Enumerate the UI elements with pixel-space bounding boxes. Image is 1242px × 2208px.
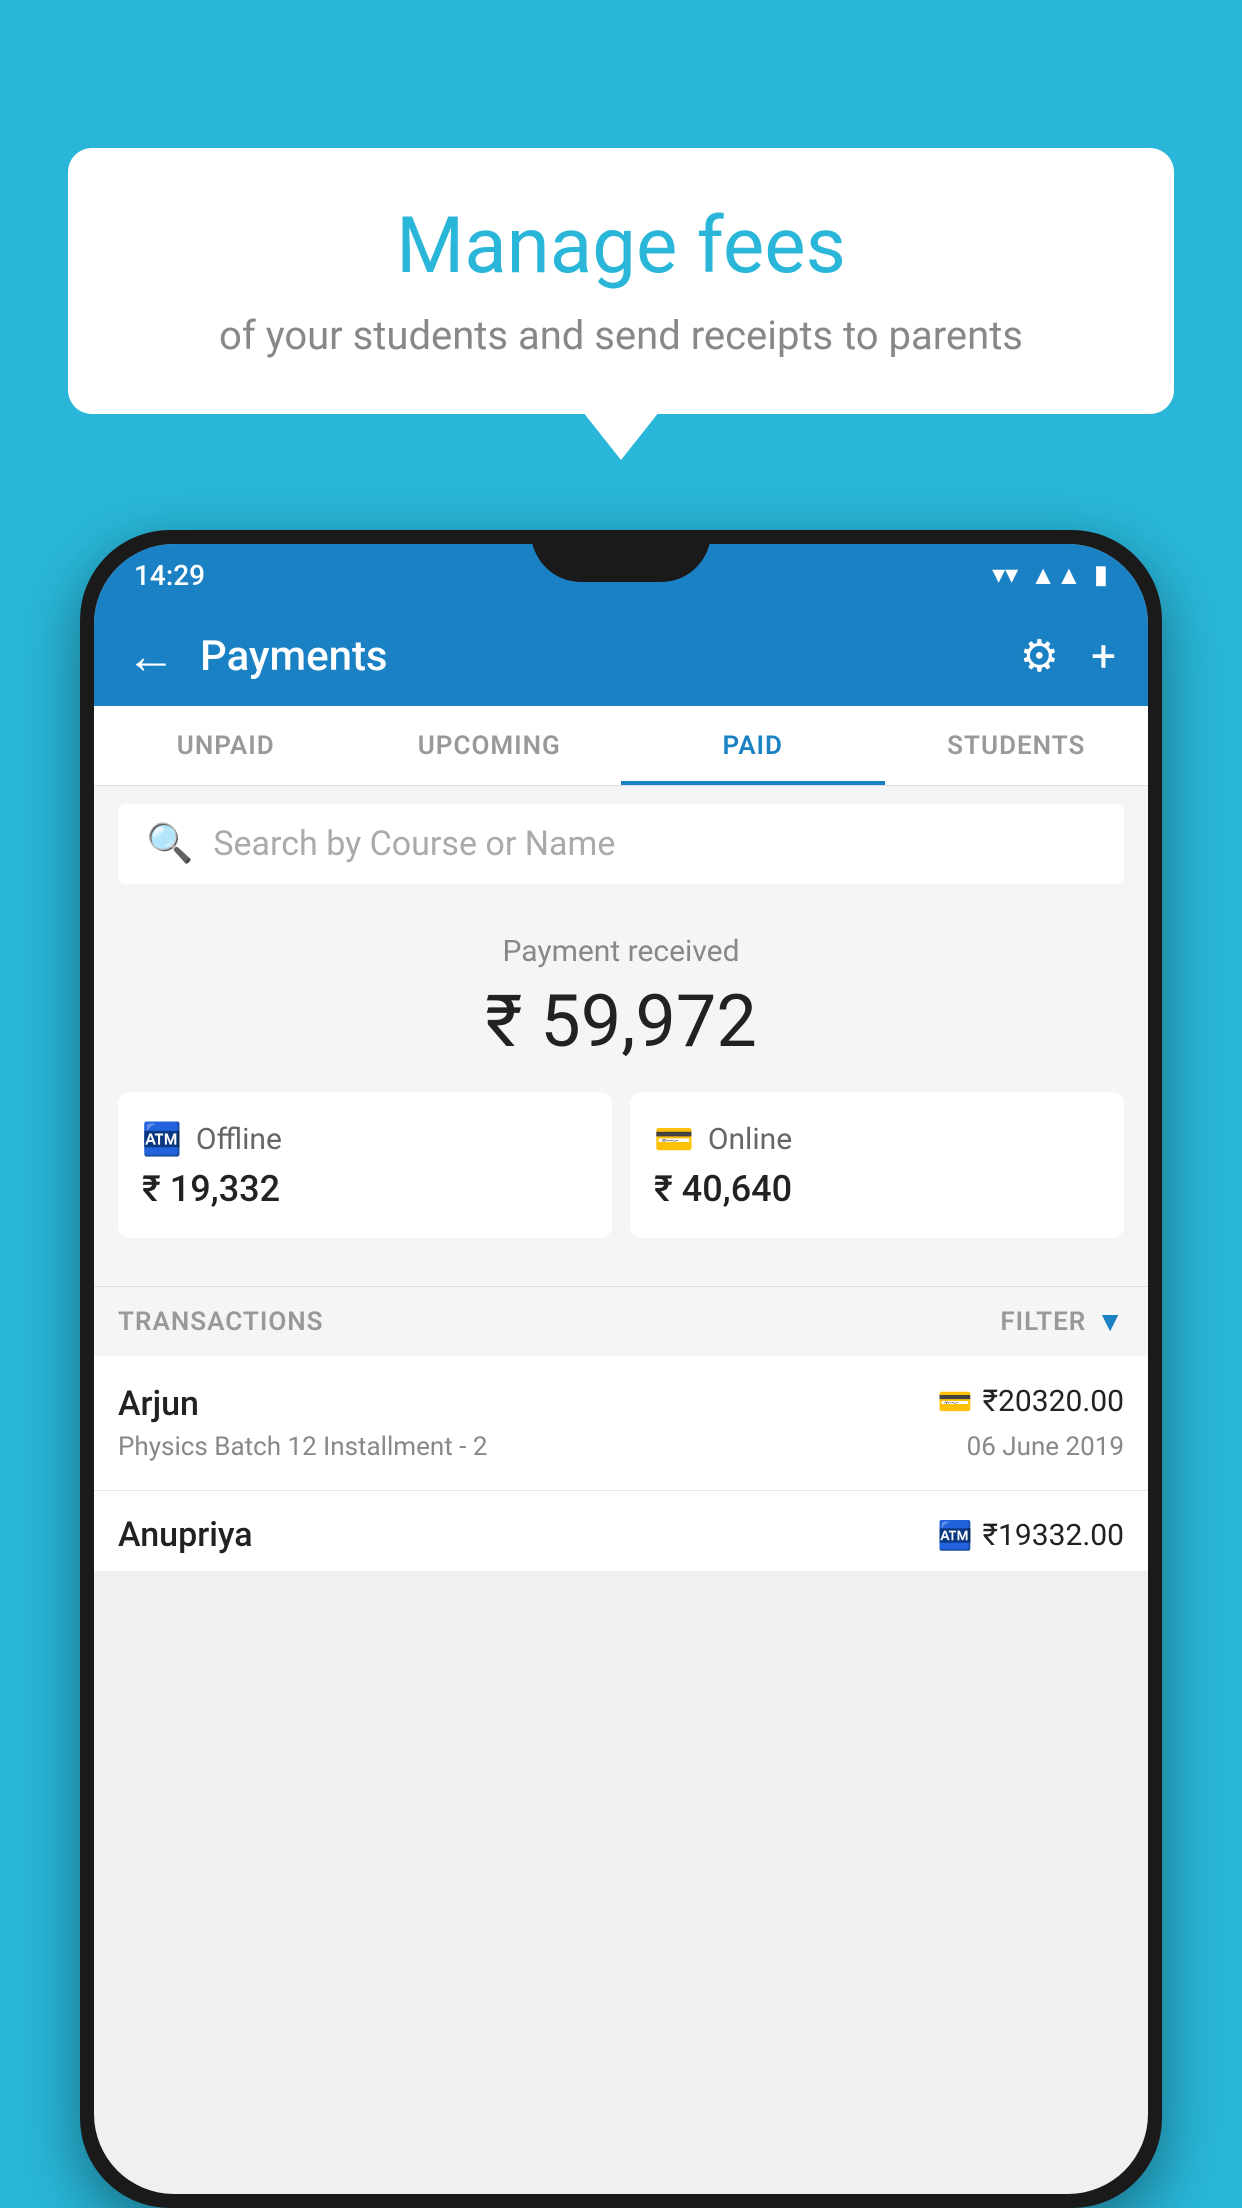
gear-icon[interactable]: ⚙ (1020, 630, 1059, 682)
online-card-header: 💳 Online (654, 1120, 1100, 1158)
status-icons: ▾▾ ▲▲ ▮ (992, 560, 1108, 591)
search-placeholder: Search by Course or Name (213, 824, 615, 864)
phone-frame: 14:29 ▾▾ ▲▲ ▮ ← Payments ⚙ + UNPAID UPCO… (80, 530, 1162, 2208)
offline-card-header: 🏧 Offline (142, 1120, 588, 1158)
transactions-header: TRANSACTIONS FILTER ▼ (94, 1286, 1148, 1356)
transaction-amount-row: 💳 ₹20320.00 (938, 1384, 1124, 1419)
tab-unpaid[interactable]: UNPAID (94, 706, 358, 785)
signal-icon: ▲▲ (1030, 560, 1081, 591)
transaction-name: Arjun (118, 1384, 199, 1424)
filter-icon: ▼ (1096, 1305, 1124, 1338)
transaction-list: Arjun 💳 ₹20320.00 Physics Batch 12 Insta… (94, 1356, 1148, 1571)
search-container: 🔍 Search by Course or Name (94, 786, 1148, 902)
cash-payment-icon: 🏧 (938, 1519, 973, 1552)
add-icon[interactable]: + (1091, 630, 1116, 682)
offline-card: 🏧 Offline ₹ 19,332 (118, 1092, 612, 1238)
online-card: 💳 Online ₹ 40,640 (630, 1092, 1124, 1238)
speech-bubble: Manage fees of your students and send re… (68, 148, 1174, 414)
tab-upcoming[interactable]: UPCOMING (358, 706, 622, 785)
bubble-title: Manage fees (128, 204, 1114, 290)
search-icon: 🔍 (146, 822, 193, 866)
wifi-icon: ▾▾ (992, 560, 1018, 590)
transaction-details: Physics Batch 12 Installment - 2 06 June… (118, 1432, 1124, 1462)
table-row[interactable]: Arjun 💳 ₹20320.00 Physics Batch 12 Insta… (94, 1356, 1148, 1491)
tab-paid[interactable]: PAID (621, 706, 885, 785)
filter-label: FILTER (1000, 1307, 1086, 1337)
tab-students[interactable]: STUDENTS (885, 706, 1149, 785)
phone-screen: 14:29 ▾▾ ▲▲ ▮ ← Payments ⚙ + UNPAID UPCO… (94, 544, 1148, 2194)
online-amount: ₹ 40,640 (654, 1168, 1100, 1210)
filter-button[interactable]: FILTER ▼ (1000, 1305, 1124, 1338)
offline-label: Offline (196, 1122, 282, 1157)
payment-cards: 🏧 Offline ₹ 19,332 💳 Online ₹ 40,640 (118, 1092, 1124, 1262)
transactions-label: TRANSACTIONS (118, 1307, 324, 1337)
transaction-date: 06 June 2019 (967, 1432, 1124, 1462)
speech-bubble-container: Manage fees of your students and send re… (68, 148, 1174, 414)
transaction-amount-2: ₹19332.00 (983, 1518, 1124, 1553)
transaction-name-2: Anupriya (118, 1515, 253, 1555)
tabs-container: UNPAID UPCOMING PAID STUDENTS (94, 706, 1148, 786)
transaction-row-1: Arjun 💳 ₹20320.00 (118, 1384, 1124, 1424)
card-payment-icon: 💳 (938, 1385, 973, 1418)
app-title: Payments (200, 632, 1020, 681)
back-button[interactable]: ← (126, 627, 176, 686)
phone-notch (531, 530, 711, 582)
payment-section: Payment received ₹ 59,972 🏧 Offline ₹ 19… (94, 902, 1148, 1286)
search-bar[interactable]: 🔍 Search by Course or Name (118, 804, 1124, 884)
online-icon: 💳 (654, 1120, 694, 1158)
app-bar-actions: ⚙ + (1020, 630, 1116, 682)
table-row[interactable]: Anupriya 🏧 ₹19332.00 (94, 1491, 1148, 1571)
transaction-amount-row-2: 🏧 ₹19332.00 (938, 1518, 1124, 1553)
bubble-subtitle: of your students and send receipts to pa… (128, 310, 1114, 362)
transaction-course: Physics Batch 12 Installment - 2 (118, 1432, 487, 1462)
app-bar: ← Payments ⚙ + (94, 606, 1148, 706)
payment-amount: ₹ 59,972 (118, 979, 1124, 1064)
status-time: 14:29 (134, 559, 205, 592)
transaction-amount: ₹20320.00 (983, 1384, 1124, 1419)
offline-amount: ₹ 19,332 (142, 1168, 588, 1210)
offline-icon: 🏧 (142, 1120, 182, 1158)
online-label: Online (708, 1122, 792, 1157)
battery-icon: ▮ (1094, 560, 1108, 590)
payment-received-label: Payment received (118, 934, 1124, 969)
